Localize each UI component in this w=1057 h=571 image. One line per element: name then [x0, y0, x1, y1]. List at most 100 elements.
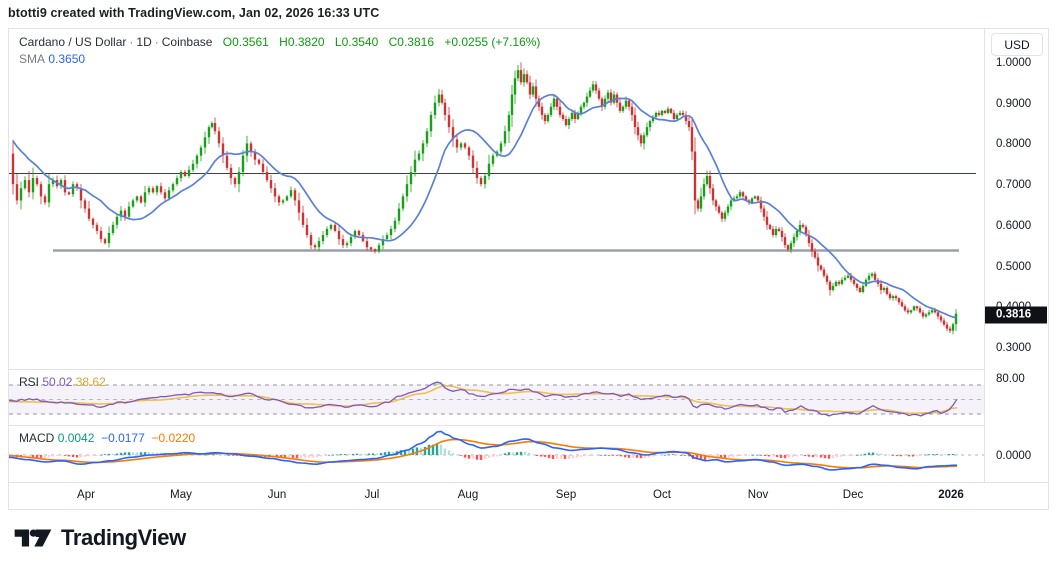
candle-body — [88, 209, 90, 219]
candle-body — [441, 95, 443, 103]
macd-legend[interactable]: MACD 0.0042 −0.0177 −0.0220 — [19, 430, 195, 447]
candle-body — [814, 251, 816, 257]
macd-histogram-bar — [576, 455, 578, 458]
candle-body — [607, 93, 609, 99]
price-axis[interactable]: USD 0.3816 1.00000.90000.80000.70000.600… — [985, 29, 1048, 482]
candle-body — [766, 217, 768, 225]
macd-histogram-bar — [904, 455, 906, 456]
macd-histogram-bar — [780, 455, 782, 458]
candle-body — [763, 209, 765, 217]
macd-histogram-bar — [92, 455, 94, 456]
macd-histogram-bar — [136, 453, 138, 455]
candle-body — [294, 190, 296, 200]
candle-body — [366, 241, 368, 247]
symbol-legend[interactable]: Cardano / US Dollar·1D·Coinbase O0.3561 … — [19, 34, 540, 51]
candle-body — [898, 298, 900, 302]
interval-label[interactable]: 1D — [136, 35, 151, 49]
candle-body — [826, 276, 828, 282]
macd-histogram-bar — [752, 455, 754, 456]
candle-body — [700, 196, 702, 208]
pane-divider[interactable] — [9, 369, 1048, 370]
macd-histogram-bar — [124, 452, 126, 455]
macd-tick-label: 0.0000 — [996, 450, 1031, 462]
candle-body — [426, 131, 428, 143]
candle-body — [160, 186, 162, 192]
candle-body — [619, 103, 621, 111]
candle-body — [559, 107, 561, 115]
macd-histogram-bar — [380, 453, 382, 455]
macd-histogram-bar — [932, 454, 934, 455]
rsi-ma-value: 38.62 — [76, 375, 106, 389]
symbol-title[interactable]: Cardano / US Dollar — [19, 35, 126, 49]
macd-histogram-bar — [120, 453, 122, 455]
candle-body — [718, 207, 720, 213]
macd-histogram-bar — [332, 455, 334, 456]
macd-histogram-bar — [760, 455, 762, 456]
macd-histogram-bar — [656, 455, 658, 456]
candle-body — [925, 314, 927, 316]
macd-label: MACD — [19, 431, 54, 445]
macd-histogram-bar — [368, 454, 370, 455]
price-pane[interactable] — [9, 29, 984, 369]
candle-body — [44, 196, 46, 202]
candle-body — [712, 188, 714, 200]
candle-body — [172, 184, 174, 190]
candle-body — [511, 95, 513, 115]
macd-histogram-bar — [224, 455, 226, 456]
candle-body — [724, 213, 726, 219]
macd-histogram-bar — [740, 455, 742, 456]
candle-body — [230, 168, 232, 178]
candle-body — [529, 82, 531, 94]
candle-body — [322, 235, 324, 241]
candle-body — [589, 91, 591, 97]
candle-body — [721, 213, 723, 219]
candle-body — [402, 196, 404, 208]
macd-histogram-bar — [908, 455, 910, 456]
macd-histogram-bar — [104, 454, 106, 455]
macd-histogram-bar — [836, 455, 838, 457]
macd-histogram-bar — [296, 455, 298, 458]
macd-histogram-bar — [920, 455, 922, 456]
sma-legend[interactable]: SMA 0.3650 — [19, 51, 85, 68]
candle-body — [200, 148, 202, 156]
candle-body — [214, 123, 216, 131]
rsi-legend[interactable]: RSI 50.02 38.62 — [19, 374, 106, 391]
macd-histogram-bar — [228, 455, 230, 456]
macd-histogram-bar — [772, 455, 774, 456]
pane-divider[interactable] — [9, 425, 1048, 426]
candle-body — [500, 143, 502, 151]
tradingview-logo[interactable]: TradingView — [14, 524, 186, 552]
candle-body — [946, 325, 948, 329]
macd-histogram-bar — [848, 455, 850, 456]
ohlc-open: O0.3561 — [223, 35, 269, 49]
candle-body — [468, 148, 470, 156]
macd-histogram-bar — [580, 455, 582, 457]
macd-histogram-bar — [88, 455, 90, 456]
candle-body — [314, 245, 316, 247]
candle-body — [523, 74, 525, 82]
time-axis[interactable]: AprMayJunJulAugSepOctNovDec2026 — [9, 482, 1048, 509]
candle-body — [787, 245, 789, 249]
macd-histogram-bar — [52, 455, 54, 456]
candle-body — [226, 156, 228, 168]
macd-histogram-bar — [660, 455, 662, 456]
candle-body — [568, 119, 570, 125]
macd-histogram-bar — [288, 455, 290, 458]
candle-body — [386, 235, 388, 239]
macd-histogram-bar — [292, 455, 294, 458]
macd-histogram-bar — [112, 454, 114, 455]
macd-histogram-bar — [884, 454, 886, 455]
candle-body — [667, 109, 669, 113]
candle-body — [346, 243, 348, 245]
rsi-pane[interactable] — [9, 369, 984, 425]
macd-histogram-bar — [832, 455, 834, 458]
candle-body — [302, 213, 304, 225]
currency-button[interactable]: USD — [991, 33, 1043, 56]
sma-label: SMA — [19, 52, 45, 66]
macd-histogram-bar — [728, 455, 730, 458]
macd-histogram-bar — [300, 455, 302, 458]
candle-body — [556, 99, 558, 107]
candle-body — [937, 312, 939, 316]
candle-body — [104, 239, 106, 243]
candle-body — [664, 111, 666, 113]
